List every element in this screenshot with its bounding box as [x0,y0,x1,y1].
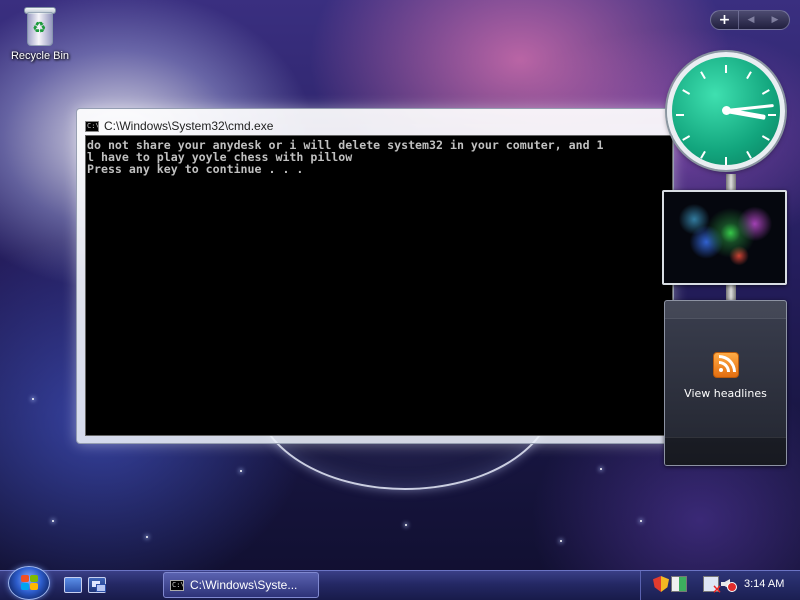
security-shield-icon[interactable] [653,576,669,592]
safely-remove-icon[interactable] [671,576,687,592]
star [32,398,34,400]
desktop-icon-recycle-bin[interactable]: ♻ Recycle Bin [6,2,74,62]
network-disconnected-icon[interactable] [703,576,722,596]
star [240,470,242,472]
star [640,520,642,522]
recycle-bin-label: Recycle Bin [10,50,70,62]
clock-face [667,52,785,170]
start-button[interactable] [8,566,50,600]
star [146,536,148,538]
volume-muted-icon[interactable] [721,576,737,592]
cmd-window[interactable]: C:\ C:\Windows\System32\cmd.exe do not s… [76,108,674,444]
slideshow-image [664,192,785,283]
window-title: C:\Windows\System32\cmd.exe [104,119,274,133]
sidebar-toolbar: + ◀ ▶ [710,10,790,30]
show-desktop-icon[interactable] [64,577,82,593]
windows-flag-icon [21,575,39,591]
taskbar-button-cmd[interactable]: C:\ C:\Windows\Syste... [163,572,319,598]
star [560,540,562,542]
clock-center-pin [722,106,731,115]
console-output[interactable]: do not share your anydesk or i will dele… [85,135,673,436]
window-titlebar[interactable]: C:\ C:\Windows\System32\cmd.exe [85,117,665,135]
taskbar-clock[interactable]: 3:14 AM [744,578,784,590]
command-prompt-icon: C:\ [170,579,184,591]
previous-gadget-button[interactable]: ◀ [739,11,763,29]
next-gadget-button[interactable]: ▶ [763,11,787,29]
clock-gadget[interactable] [663,48,791,176]
rss-feed-icon [713,352,739,378]
recycle-bin-icon: ♻ [23,4,57,48]
feed-headlines-gadget[interactable]: View headlines [664,300,787,466]
star [52,520,54,522]
system-tray: 3:14 AM [640,571,800,600]
clock-minute-hand [725,103,774,112]
command-prompt-icon: C:\ [85,120,99,132]
star [600,468,602,470]
view-headlines-link[interactable]: View headlines [665,387,786,400]
add-gadget-button[interactable]: + [711,11,739,29]
slideshow-gadget[interactable] [662,190,787,285]
star [405,524,407,526]
feed-header [665,301,786,319]
console-line: Press any key to continue . . . [87,162,304,176]
feed-footer [665,437,786,465]
taskbar-button-label: C:\Windows\Syste... [190,578,298,592]
switch-windows-icon[interactable] [88,577,106,593]
